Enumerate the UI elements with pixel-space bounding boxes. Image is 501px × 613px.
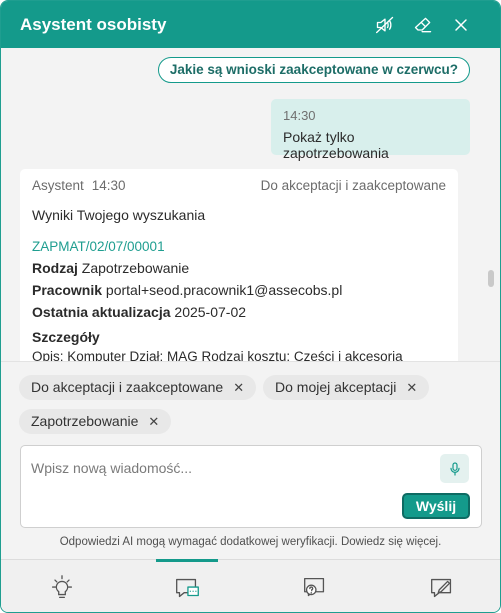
tab-help[interactable]: [284, 560, 346, 612]
remove-filter-icon[interactable]: ✕: [233, 375, 244, 400]
chat-area[interactable]: Jakie są wnioski zaakceptowane w czerwcu…: [1, 48, 500, 361]
filter-chip-label: Do akceptacji i zaakceptowane: [31, 379, 224, 395]
panel-header: Asystent osobisty: [1, 1, 500, 48]
field-value: portal+seod.pracownik1@assecobs.pl: [105, 282, 343, 298]
send-button[interactable]: Wyślij: [402, 493, 470, 519]
microphone-icon: [449, 461, 460, 476]
close-icon: [455, 19, 467, 31]
lightbulb-icon: [51, 574, 73, 598]
field-label: Pracownik: [32, 282, 103, 298]
assistant-filter-label: Do akceptacji i zaakceptowane: [260, 178, 446, 193]
chat-scrollbar[interactable]: [488, 270, 494, 287]
user-message: 14:30 Pokaż tylko zapotrzebowania: [271, 99, 470, 161]
field-value: 2025-07-02: [174, 304, 247, 320]
suggestion-chip[interactable]: Jakie są wnioski zaakceptowane w czerwcu…: [157, 57, 470, 83]
filter-chip-label: Do mojej akceptacji: [275, 379, 397, 395]
filter-chips: Do akceptacji i zaakceptowane ✕ Do mojej…: [1, 361, 500, 441]
filter-chip[interactable]: Do akceptacji i zaakceptowane ✕: [19, 375, 257, 400]
mute-button[interactable]: [373, 13, 397, 37]
tab-suggestions[interactable]: [31, 560, 93, 612]
assistant-message-header: Asystent 14:30 Do akceptacji i zaakceptow…: [32, 178, 446, 193]
microphone-button[interactable]: [440, 454, 469, 483]
eraser-icon: [414, 17, 432, 33]
message-input[interactable]: [31, 457, 431, 479]
bottom-navigation: [1, 559, 500, 612]
field-label: Rodzaj: [32, 260, 78, 276]
results-intro: Wyniki Twojego wyszukania: [32, 207, 206, 223]
clear-chat-button[interactable]: [411, 13, 435, 37]
speaker-muted-icon: [376, 16, 394, 34]
field-label: Ostatnia aktualizacja: [32, 304, 171, 320]
tab-notes[interactable]: [411, 560, 473, 612]
assistant-message: Asystent 14:30 Do akceptacji i zaakceptow…: [20, 169, 458, 361]
assistant-author: Asystent: [32, 178, 84, 193]
field-employee: Pracownik portal+seod.pracownik1@assecob…: [32, 282, 446, 298]
user-message-text: Pokaż tylko zapotrzebowania: [283, 129, 389, 161]
filter-chip-label: Zapotrzebowanie: [31, 413, 139, 429]
field-last-update: Ostatnia aktualizacja 2025-07-02: [32, 304, 446, 320]
details-title: Szczegóły: [32, 329, 100, 345]
remove-filter-icon[interactable]: ✕: [148, 409, 159, 434]
help-chat-icon: [304, 577, 325, 596]
message-composer: Wyślij: [20, 445, 482, 528]
field-value: Zapotrzebowanie: [81, 260, 190, 276]
close-button[interactable]: [449, 13, 473, 37]
filter-chip[interactable]: Zapotrzebowanie ✕: [19, 409, 172, 434]
document-reference-link[interactable]: ZAPMAT/02/07/00001: [32, 239, 446, 254]
remove-filter-icon[interactable]: ✕: [406, 375, 417, 400]
assistant-panel: Asystent osobisty Jakie są wnioski zaakc…: [0, 0, 501, 613]
assistant-message-time: 14:30: [91, 178, 126, 193]
edit-note-icon: [431, 578, 452, 597]
user-message-time: 14:30: [283, 108, 316, 123]
field-type: Rodzaj Zapotrzebowanie: [32, 260, 446, 276]
details-text: Opis: Komputer Dział: MAG Rodzaj kosztu:…: [32, 349, 403, 361]
ai-disclaimer[interactable]: Odpowiedzi AI mogą wymagać dodatkowej we…: [1, 536, 500, 548]
panel-title: Asystent osobisty: [20, 14, 167, 34]
chat-icon: [176, 578, 199, 597]
filter-chip[interactable]: Do mojej akceptacji ✕: [263, 375, 430, 400]
tab-chat[interactable]: [156, 559, 218, 612]
